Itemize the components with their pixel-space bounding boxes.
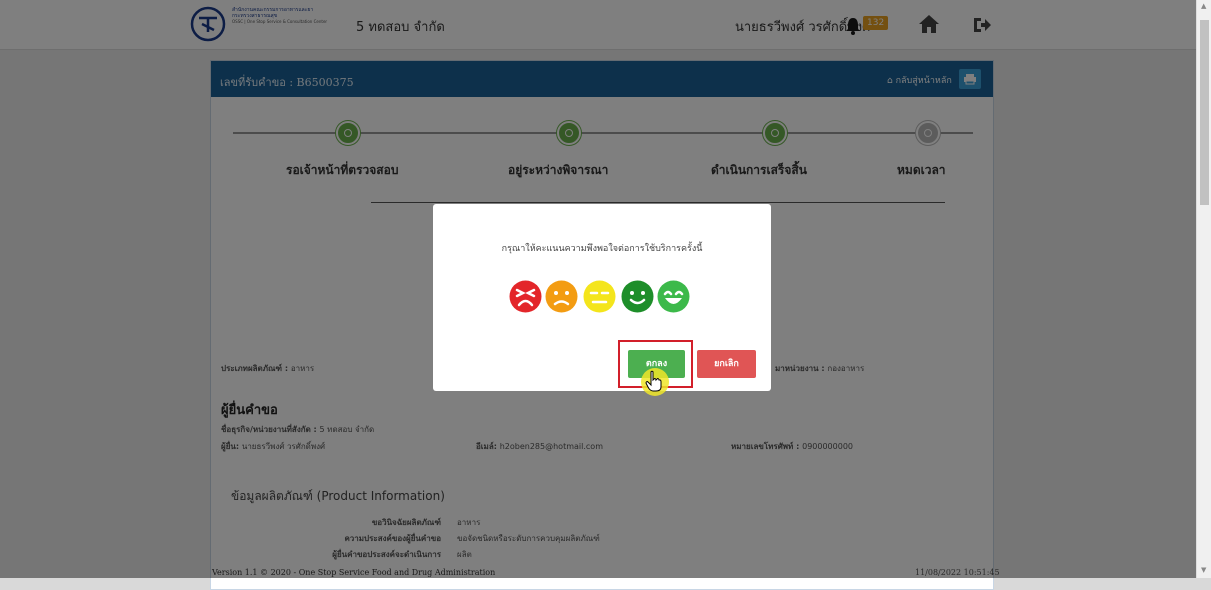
satisfaction-modal: กรุณาให้คะแนนความพึงพอใจต่อการใช้บริการค… [433,204,771,391]
neutral-emoji-icon[interactable] [583,280,616,313]
satisfaction-prompt: กรุณาให้คะแนนความพึงพอใจต่อการใช้บริการค… [501,244,703,254]
dissatisfied-emoji-icon[interactable] [545,280,578,313]
vertical-scrollbar[interactable]: ▲ ▼ [1196,0,1211,578]
cancel-button[interactable]: ยกเลิก [697,350,756,378]
very-dissatisfied-emoji-icon[interactable] [509,280,542,313]
scrollbar-thumb[interactable] [1200,20,1209,205]
scroll-up-arrow-icon[interactable]: ▲ [1201,2,1206,10]
hand-pointer-cursor-icon [645,370,662,392]
satisfied-emoji-icon[interactable] [621,280,654,313]
page: สำนักงานคณะกรรมการอาหารและยา กระทรวงสาธา… [0,0,1196,590]
very-satisfied-emoji-icon[interactable] [657,280,690,313]
scroll-down-arrow-icon[interactable]: ▼ [1201,566,1206,574]
